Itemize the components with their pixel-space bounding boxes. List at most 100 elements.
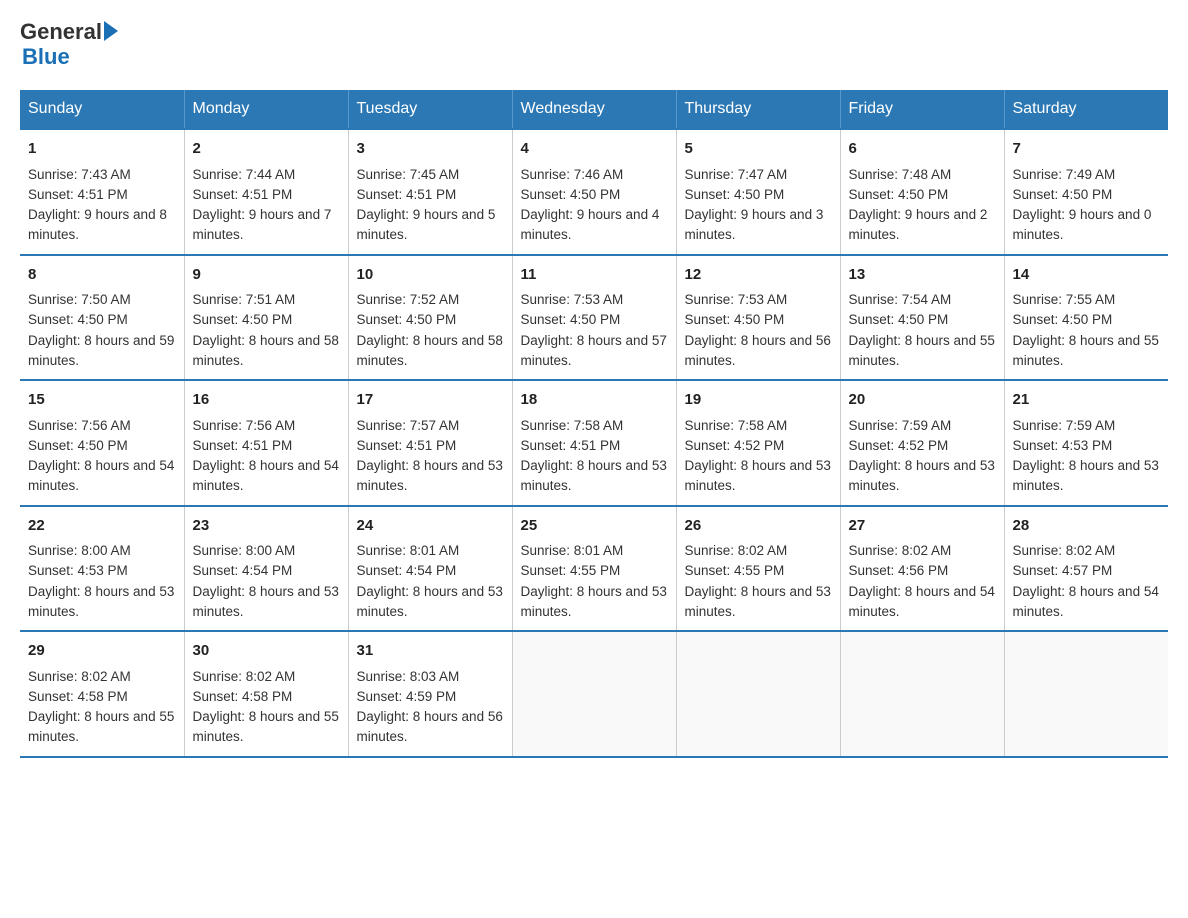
weekday-sunday: Sunday xyxy=(20,90,184,129)
sunset-label: Sunset: 4:50 PM xyxy=(685,187,785,202)
day-number: 24 xyxy=(357,515,504,538)
daylight-label: Daylight: 9 hours and 0 minutes. xyxy=(1013,207,1152,242)
sunrise-label: Sunrise: 7:46 AM xyxy=(521,167,624,182)
calendar-cell: 20 Sunrise: 7:59 AM Sunset: 4:52 PM Dayl… xyxy=(840,380,1004,506)
week-row-4: 22 Sunrise: 8:00 AM Sunset: 4:53 PM Dayl… xyxy=(20,506,1168,632)
daylight-label: Daylight: 8 hours and 54 minutes. xyxy=(849,584,995,619)
weekday-tuesday: Tuesday xyxy=(348,90,512,129)
calendar-cell: 23 Sunrise: 8:00 AM Sunset: 4:54 PM Dayl… xyxy=(184,506,348,632)
logo: General Blue xyxy=(20,20,118,70)
sunrise-label: Sunrise: 7:49 AM xyxy=(1013,167,1116,182)
sunset-label: Sunset: 4:58 PM xyxy=(193,689,293,704)
sunset-label: Sunset: 4:58 PM xyxy=(28,689,128,704)
sunrise-label: Sunrise: 7:53 AM xyxy=(521,292,624,307)
sunrise-label: Sunrise: 7:57 AM xyxy=(357,418,460,433)
calendar-cell: 3 Sunrise: 7:45 AM Sunset: 4:51 PM Dayli… xyxy=(348,129,512,255)
sunset-label: Sunset: 4:55 PM xyxy=(521,563,621,578)
calendar-cell: 1 Sunrise: 7:43 AM Sunset: 4:51 PM Dayli… xyxy=(20,129,184,255)
daylight-label: Daylight: 8 hours and 53 minutes. xyxy=(357,458,503,493)
daylight-label: Daylight: 8 hours and 53 minutes. xyxy=(521,458,667,493)
sunset-label: Sunset: 4:51 PM xyxy=(357,438,457,453)
calendar-cell: 13 Sunrise: 7:54 AM Sunset: 4:50 PM Dayl… xyxy=(840,255,1004,381)
day-number: 2 xyxy=(193,138,340,161)
calendar-cell: 27 Sunrise: 8:02 AM Sunset: 4:56 PM Dayl… xyxy=(840,506,1004,632)
day-number: 11 xyxy=(521,264,668,287)
daylight-label: Daylight: 9 hours and 5 minutes. xyxy=(357,207,496,242)
daylight-label: Daylight: 8 hours and 53 minutes. xyxy=(1013,458,1159,493)
daylight-label: Daylight: 8 hours and 56 minutes. xyxy=(685,333,831,368)
sunrise-label: Sunrise: 8:01 AM xyxy=(357,543,460,558)
sunset-label: Sunset: 4:51 PM xyxy=(357,187,457,202)
sunrise-label: Sunrise: 7:43 AM xyxy=(28,167,131,182)
daylight-label: Daylight: 9 hours and 3 minutes. xyxy=(685,207,824,242)
sunrise-label: Sunrise: 7:55 AM xyxy=(1013,292,1116,307)
day-number: 29 xyxy=(28,640,176,663)
sunrise-label: Sunrise: 8:02 AM xyxy=(1013,543,1116,558)
calendar-header: SundayMondayTuesdayWednesdayThursdayFrid… xyxy=(20,90,1168,129)
sunrise-label: Sunrise: 8:02 AM xyxy=(193,669,296,684)
sunset-label: Sunset: 4:51 PM xyxy=(193,187,293,202)
weekday-monday: Monday xyxy=(184,90,348,129)
sunset-label: Sunset: 4:53 PM xyxy=(1013,438,1113,453)
day-number: 4 xyxy=(521,138,668,161)
sunset-label: Sunset: 4:55 PM xyxy=(685,563,785,578)
calendar-cell xyxy=(512,631,676,757)
sunrise-label: Sunrise: 7:56 AM xyxy=(28,418,131,433)
calendar-cell: 28 Sunrise: 8:02 AM Sunset: 4:57 PM Dayl… xyxy=(1004,506,1168,632)
sunset-label: Sunset: 4:59 PM xyxy=(357,689,457,704)
day-number: 5 xyxy=(685,138,832,161)
sunrise-label: Sunrise: 7:52 AM xyxy=(357,292,460,307)
calendar-cell: 21 Sunrise: 7:59 AM Sunset: 4:53 PM Dayl… xyxy=(1004,380,1168,506)
day-number: 10 xyxy=(357,264,504,287)
day-number: 12 xyxy=(685,264,832,287)
sunrise-label: Sunrise: 8:00 AM xyxy=(193,543,296,558)
calendar-cell: 7 Sunrise: 7:49 AM Sunset: 4:50 PM Dayli… xyxy=(1004,129,1168,255)
calendar-cell: 4 Sunrise: 7:46 AM Sunset: 4:50 PM Dayli… xyxy=(512,129,676,255)
daylight-label: Daylight: 8 hours and 55 minutes. xyxy=(28,709,174,744)
sunset-label: Sunset: 4:51 PM xyxy=(28,187,128,202)
daylight-label: Daylight: 8 hours and 55 minutes. xyxy=(193,709,339,744)
sunset-label: Sunset: 4:50 PM xyxy=(849,187,949,202)
daylight-label: Daylight: 8 hours and 53 minutes. xyxy=(521,584,667,619)
day-number: 6 xyxy=(849,138,996,161)
calendar-cell: 8 Sunrise: 7:50 AM Sunset: 4:50 PM Dayli… xyxy=(20,255,184,381)
sunset-label: Sunset: 4:52 PM xyxy=(849,438,949,453)
daylight-label: Daylight: 9 hours and 7 minutes. xyxy=(193,207,332,242)
sunrise-label: Sunrise: 7:45 AM xyxy=(357,167,460,182)
sunset-label: Sunset: 4:50 PM xyxy=(193,312,293,327)
logo-arrow-icon xyxy=(104,21,118,41)
day-number: 21 xyxy=(1013,389,1161,412)
day-number: 27 xyxy=(849,515,996,538)
sunrise-label: Sunrise: 7:53 AM xyxy=(685,292,788,307)
sunset-label: Sunset: 4:50 PM xyxy=(521,312,621,327)
calendar-cell: 29 Sunrise: 8:02 AM Sunset: 4:58 PM Dayl… xyxy=(20,631,184,757)
day-number: 30 xyxy=(193,640,340,663)
logo-blue-text: Blue xyxy=(22,44,118,70)
calendar-cell: 24 Sunrise: 8:01 AM Sunset: 4:54 PM Dayl… xyxy=(348,506,512,632)
sunrise-label: Sunrise: 7:48 AM xyxy=(849,167,952,182)
sunrise-label: Sunrise: 7:54 AM xyxy=(849,292,952,307)
day-number: 13 xyxy=(849,264,996,287)
weekday-wednesday: Wednesday xyxy=(512,90,676,129)
daylight-label: Daylight: 8 hours and 55 minutes. xyxy=(1013,333,1159,368)
sunrise-label: Sunrise: 7:59 AM xyxy=(849,418,952,433)
calendar-cell: 19 Sunrise: 7:58 AM Sunset: 4:52 PM Dayl… xyxy=(676,380,840,506)
week-row-3: 15 Sunrise: 7:56 AM Sunset: 4:50 PM Dayl… xyxy=(20,380,1168,506)
sunset-label: Sunset: 4:54 PM xyxy=(357,563,457,578)
calendar-cell: 10 Sunrise: 7:52 AM Sunset: 4:50 PM Dayl… xyxy=(348,255,512,381)
calendar-cell: 6 Sunrise: 7:48 AM Sunset: 4:50 PM Dayli… xyxy=(840,129,1004,255)
calendar-body: 1 Sunrise: 7:43 AM Sunset: 4:51 PM Dayli… xyxy=(20,129,1168,757)
calendar-cell xyxy=(840,631,1004,757)
calendar-cell: 17 Sunrise: 7:57 AM Sunset: 4:51 PM Dayl… xyxy=(348,380,512,506)
sunset-label: Sunset: 4:50 PM xyxy=(1013,312,1113,327)
sunrise-label: Sunrise: 7:58 AM xyxy=(521,418,624,433)
daylight-label: Daylight: 9 hours and 8 minutes. xyxy=(28,207,167,242)
day-number: 14 xyxy=(1013,264,1161,287)
daylight-label: Daylight: 8 hours and 53 minutes. xyxy=(685,584,831,619)
calendar-cell: 18 Sunrise: 7:58 AM Sunset: 4:51 PM Dayl… xyxy=(512,380,676,506)
day-number: 3 xyxy=(357,138,504,161)
day-number: 26 xyxy=(685,515,832,538)
sunrise-label: Sunrise: 7:47 AM xyxy=(685,167,788,182)
daylight-label: Daylight: 9 hours and 2 minutes. xyxy=(849,207,988,242)
calendar-cell xyxy=(1004,631,1168,757)
